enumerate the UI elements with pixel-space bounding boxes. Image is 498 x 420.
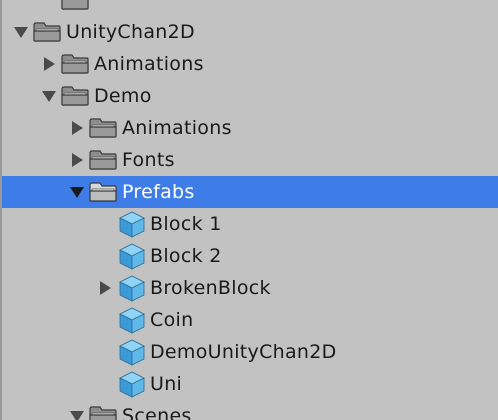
tree-item-label: Uni	[150, 373, 183, 395]
tree-row[interactable]: Block 1	[2, 208, 498, 240]
tree-row[interactable]: Block 2	[2, 240, 498, 272]
tree-row[interactable]: UnityChan2D	[2, 16, 498, 48]
tree-item-label: Animations	[122, 117, 232, 139]
folder-icon	[32, 19, 64, 45]
project-tree-panel[interactable]: UnityChan2D Animations Demo Animations F…	[0, 0, 498, 420]
collapsed-arrow-icon[interactable]	[66, 144, 88, 176]
collapsed-arrow-icon[interactable]	[38, 48, 60, 80]
tree-row[interactable]: BrokenBlock	[2, 272, 498, 304]
tree-item-label: BrokenBlock	[150, 277, 271, 299]
prefab-cube-icon	[116, 243, 148, 270]
tree-item-label: Coin	[150, 309, 194, 331]
folder-icon	[60, 0, 92, 13]
tree-item-label: Scenes	[122, 405, 192, 420]
tree-item-label: Prefabs	[122, 181, 195, 203]
expanded-arrow-icon[interactable]	[66, 176, 88, 208]
tree-item-label: DemoUnityChan2D	[150, 341, 337, 363]
tree-row[interactable]: Scenes	[2, 400, 498, 420]
prefab-cube-icon	[116, 307, 148, 334]
folder-icon	[88, 403, 120, 420]
expanded-arrow-icon[interactable]	[66, 400, 88, 420]
prefab-cube-icon	[116, 371, 148, 398]
tree-row[interactable]: DemoUnityChan2D	[2, 336, 498, 368]
tree-item-label: Demo	[94, 85, 152, 107]
prefab-cube-icon	[116, 339, 148, 366]
prefab-cube-icon	[116, 275, 148, 302]
tree-row[interactable]	[2, 0, 498, 16]
tree-item-label: Animations	[94, 53, 204, 75]
tree-item-label: Block 2	[150, 245, 222, 267]
collapsed-arrow-icon[interactable]	[66, 112, 88, 144]
folder-icon	[88, 179, 120, 205]
tree-item-label: UnityChan2D	[66, 21, 195, 43]
tree-row[interactable]: Animations	[2, 48, 498, 80]
folder-icon	[88, 147, 120, 173]
tree-row[interactable]: Demo	[2, 80, 498, 112]
tree-item-label: Fonts	[122, 149, 175, 171]
tree-row[interactable]: Fonts	[2, 144, 498, 176]
tree-item-label: Block 1	[150, 213, 222, 235]
collapsed-arrow-icon[interactable]	[94, 272, 116, 304]
tree-row[interactable]: Uni	[2, 368, 498, 400]
folder-icon	[60, 51, 92, 77]
folder-icon	[60, 83, 92, 109]
expanded-arrow-icon[interactable]	[38, 80, 60, 112]
tree-row[interactable]: Coin	[2, 304, 498, 336]
prefab-cube-icon	[116, 211, 148, 238]
expanded-arrow-icon[interactable]	[10, 16, 32, 48]
tree-row[interactable]: Animations	[2, 112, 498, 144]
folder-icon	[88, 115, 120, 141]
tree-row[interactable]: Prefabs	[2, 176, 498, 208]
